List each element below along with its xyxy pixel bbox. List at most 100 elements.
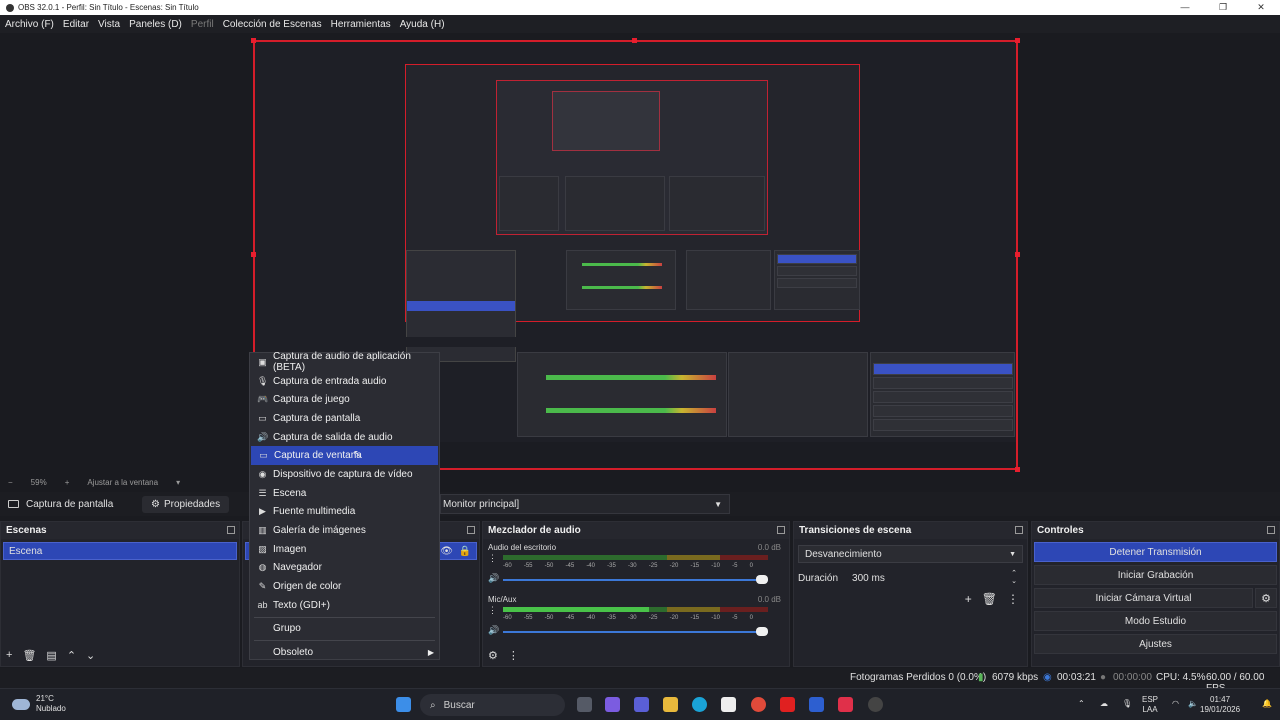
zoom-plus-icon[interactable]: + bbox=[65, 478, 70, 487]
menu-item-image-slideshow[interactable]: ▥ Galería de imágenes bbox=[250, 521, 439, 540]
properties-button[interactable]: ⚙ Propiedades bbox=[142, 495, 230, 513]
slider-knob[interactable] bbox=[756, 575, 768, 584]
chevron-down-icon[interactable]: ▾ bbox=[176, 478, 180, 487]
start-virtual-camera-button[interactable]: Iniciar Cámara Virtual bbox=[1034, 588, 1253, 608]
volume-slider[interactable] bbox=[503, 627, 768, 636]
transition-select[interactable]: Desvanecimiento ▼ bbox=[798, 545, 1023, 563]
resize-handle-br[interactable] bbox=[1015, 467, 1020, 472]
menu-item-label: Captura de audio de aplicación (BETA) bbox=[273, 351, 411, 374]
more-icon[interactable]: ⋮ bbox=[488, 605, 497, 616]
language-indicator[interactable]: ESP LAA bbox=[1142, 695, 1158, 715]
menu-item-display-capture[interactable]: ▭ Captura de pantalla bbox=[250, 409, 439, 428]
task-view-icon[interactable] bbox=[577, 697, 592, 712]
menu-coleccion-escenas[interactable]: Colección de Escenas bbox=[223, 19, 322, 30]
stop-streaming-button[interactable]: Detener Transmisión bbox=[1034, 542, 1277, 562]
store-icon[interactable] bbox=[721, 697, 736, 712]
resize-handle-l[interactable] bbox=[251, 252, 256, 257]
weather-widget[interactable]: 21°C Nublado bbox=[12, 694, 66, 714]
resize-handle-r[interactable] bbox=[1015, 252, 1020, 257]
menu-item-group[interactable]: Grupo bbox=[250, 620, 439, 639]
taskbar-search[interactable]: ⌕ Buscar bbox=[420, 694, 565, 716]
more-icon[interactable]: ⋮ bbox=[488, 553, 497, 564]
tiktok-icon[interactable] bbox=[838, 697, 853, 712]
chrome-icon[interactable] bbox=[751, 697, 766, 712]
resize-handle-tl[interactable] bbox=[251, 38, 256, 43]
minimize-button[interactable]: — bbox=[1166, 0, 1204, 15]
menu-ayuda[interactable]: Ayuda (H) bbox=[400, 19, 445, 30]
resize-handle-t[interactable] bbox=[632, 38, 637, 43]
menu-item-app-audio[interactable]: ▣ Captura de audio de aplicación (BETA) bbox=[250, 351, 439, 374]
nested-transitions-panel-image bbox=[728, 352, 868, 437]
menu-item-text-gdi[interactable]: ab Texto (GDI+) bbox=[250, 596, 439, 615]
cloud-sync-icon[interactable]: ☁ bbox=[1100, 699, 1108, 709]
duration-input[interactable]: 300 ms ⌃ ⌄ bbox=[846, 569, 1022, 587]
copilot-icon[interactable] bbox=[605, 697, 620, 712]
speaker-icon[interactable]: 🔊 bbox=[488, 573, 499, 584]
menu-item-scene[interactable]: ☰ Escena bbox=[250, 484, 439, 503]
menu-item-window-capture[interactable]: ▭ Captura de ventana ↖ bbox=[251, 446, 438, 466]
move-up-icon[interactable]: ⌃ bbox=[67, 649, 76, 662]
start-recording-button[interactable]: Iniciar Grabación bbox=[1034, 565, 1277, 585]
clock[interactable]: 01:47 19/01/2026 bbox=[1200, 695, 1240, 715]
studio-mode-button[interactable]: Modo Estudio bbox=[1034, 611, 1277, 631]
menu-item-video-device[interactable]: ◉ Dispositivo de captura de vídeo bbox=[250, 465, 439, 484]
spinner-icon[interactable]: ⌃ ⌄ bbox=[1011, 570, 1017, 586]
filter-icon[interactable]: ▤ bbox=[46, 649, 56, 662]
menu-item-audio-input[interactable]: 🎙 Captura de entrada audio bbox=[250, 372, 439, 391]
obs-taskbar-icon[interactable] bbox=[868, 697, 883, 712]
wifi-icon[interactable]: ◠ bbox=[1172, 699, 1179, 709]
zoom-fit-select[interactable]: Ajustar a la ventana bbox=[87, 478, 158, 487]
menu-item-image[interactable]: ▨ Imagen bbox=[250, 540, 439, 559]
virtual-camera-settings-button[interactable]: ⚙ bbox=[1255, 588, 1277, 608]
file-explorer-icon[interactable] bbox=[663, 697, 678, 712]
delete-transition-icon[interactable]: 🗑 bbox=[982, 592, 997, 606]
menu-archivo[interactable]: Archivo (F) bbox=[5, 19, 54, 30]
lock-icon[interactable]: 🔒 bbox=[459, 546, 471, 557]
undock-icon[interactable] bbox=[1267, 526, 1275, 534]
delete-scene-icon[interactable]: 🗑 bbox=[22, 649, 36, 662]
volume-icon[interactable]: 🔈 bbox=[1188, 699, 1198, 709]
mic-icon[interactable]: 🎙 bbox=[1122, 699, 1132, 709]
chevron-up-icon[interactable]: ⌃ bbox=[1078, 699, 1085, 709]
windows-start-icon[interactable] bbox=[396, 697, 411, 712]
scene-item[interactable]: Escena bbox=[3, 542, 237, 560]
menu-herramientas[interactable]: Herramientas bbox=[331, 19, 391, 30]
menu-item-deprecated[interactable]: Obsoleto ▶ bbox=[250, 643, 439, 662]
resize-handle-tr[interactable] bbox=[1015, 38, 1020, 43]
menu-vista[interactable]: Vista bbox=[98, 19, 120, 30]
move-down-icon[interactable]: ⌄ bbox=[86, 649, 95, 662]
add-scene-icon[interactable]: + bbox=[6, 649, 12, 661]
eye-icon[interactable]: 👁 bbox=[440, 546, 453, 557]
menu-item-browser[interactable]: ◍ Navegador bbox=[250, 559, 439, 578]
menu-perfil[interactable]: Perfil bbox=[191, 19, 214, 30]
menu-item-color-source[interactable]: ✎ Origen de color bbox=[250, 577, 439, 596]
menu-editar[interactable]: Editar bbox=[63, 19, 89, 30]
edge-icon[interactable] bbox=[692, 697, 707, 712]
monitor-select[interactable]: Monitor principal] ▼ bbox=[440, 494, 730, 514]
menu-item-audio-output[interactable]: 🔊 Captura de salida de audio bbox=[250, 428, 439, 447]
menu-item-media-source[interactable]: ▶ Fuente multimedia bbox=[250, 503, 439, 522]
scenes-title-label: Escenas bbox=[6, 525, 47, 536]
notifications-icon[interactable]: 🔔 bbox=[1262, 699, 1272, 709]
more-icon[interactable]: ⋮ bbox=[508, 649, 519, 662]
volume-slider[interactable] bbox=[503, 575, 768, 584]
menu-item-game-capture[interactable]: 🎮 Captura de juego bbox=[250, 390, 439, 409]
menu-paneles[interactable]: Paneles (D) bbox=[129, 19, 182, 30]
speaker-icon[interactable]: 🔊 bbox=[488, 625, 499, 636]
undock-icon[interactable] bbox=[1015, 526, 1023, 534]
close-button[interactable]: ✕ bbox=[1242, 0, 1280, 15]
undock-icon[interactable] bbox=[467, 526, 475, 534]
undock-icon[interactable] bbox=[777, 526, 785, 534]
settings-button[interactable]: Ajustes bbox=[1034, 634, 1277, 654]
zoom-level[interactable]: 59% bbox=[31, 478, 47, 487]
add-transition-icon[interactable]: + bbox=[965, 592, 972, 606]
app-icon[interactable] bbox=[809, 697, 824, 712]
maximize-button[interactable]: ❐ bbox=[1204, 0, 1242, 15]
undock-icon[interactable] bbox=[227, 526, 235, 534]
youtube-icon[interactable] bbox=[780, 697, 795, 712]
zoom-minus-icon[interactable]: − bbox=[8, 478, 13, 487]
teams-icon[interactable] bbox=[634, 697, 649, 712]
slider-knob[interactable] bbox=[756, 627, 768, 636]
more-icon[interactable]: ⋮ bbox=[1007, 592, 1019, 606]
mixer-settings-icon[interactable]: ⚙ bbox=[488, 649, 498, 662]
